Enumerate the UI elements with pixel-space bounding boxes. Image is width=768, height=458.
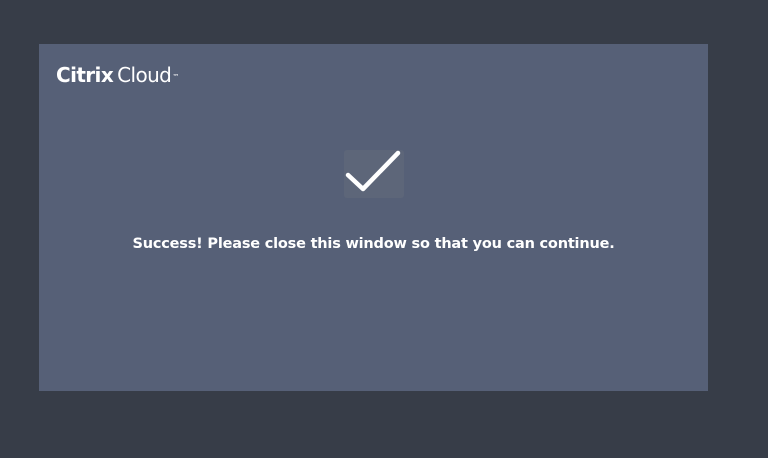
success-message: Success! Please close this window so tha… [132, 236, 615, 252]
logo-text-cloud: Cloud [117, 63, 172, 87]
logo-text-citrix: Citrix [56, 63, 114, 87]
checkmark-icon [344, 150, 404, 198]
success-dialog: Citrix Cloud™ Success! Please close this … [39, 44, 708, 391]
citrix-cloud-logo: Citrix Cloud™ [56, 63, 179, 87]
logo-trademark: ™ [172, 73, 180, 81]
